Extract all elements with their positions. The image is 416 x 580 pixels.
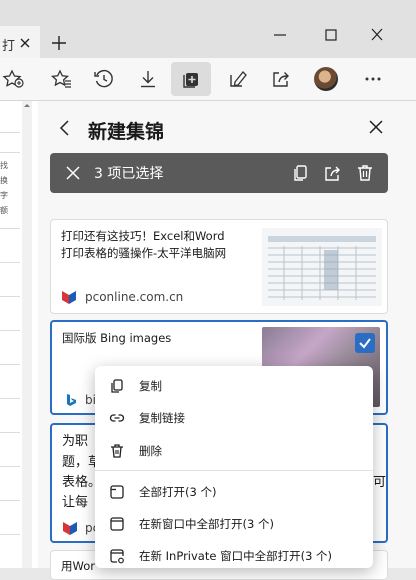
open-all-icon (109, 484, 125, 500)
item-text: 让每 (62, 495, 89, 510)
trash-icon (109, 443, 125, 459)
close-icon[interactable] (367, 26, 387, 44)
menu-item-copy-link[interactable]: 复制链接 (95, 402, 373, 434)
favorites-icon[interactable] (49, 67, 73, 91)
back-icon[interactable] (55, 118, 75, 138)
menu-item-open-all[interactable]: 全部打开(3 个) (95, 476, 373, 508)
item-title: 国际版 Bing images (62, 331, 172, 345)
share-icon[interactable] (323, 163, 343, 183)
clear-selection-icon[interactable] (64, 164, 82, 182)
history-icon[interactable] (92, 67, 116, 91)
page-divider (0, 132, 20, 133)
page-text: 换 (0, 176, 8, 185)
item-domain: pconline.com.cn (85, 290, 184, 304)
tab-title: 打 (2, 39, 16, 54)
selection-count: 3 项已选择 (94, 166, 164, 182)
menu-item-open-inprivate[interactable]: 在新 InPrivate 窗口中全部打开(3 个) (95, 540, 373, 572)
item-title: 打印还有这技巧！Excel和Word (61, 229, 225, 243)
page-text: 找 (0, 161, 8, 170)
page-text: 额 (0, 206, 8, 215)
item-thumbnail (262, 228, 382, 306)
menu-separator (95, 470, 373, 471)
page-divider (0, 152, 20, 153)
menu-item-label: 复制链接 (139, 411, 185, 425)
item-checkbox-checked[interactable] (355, 333, 375, 353)
pconline-favicon (62, 520, 78, 536)
share-icon[interactable] (269, 67, 293, 91)
maximize-icon[interactable] (321, 26, 341, 44)
link-icon (109, 410, 125, 426)
page-divider (0, 432, 20, 433)
item-title: 用Wor (61, 559, 95, 573)
minimize-icon[interactable] (270, 26, 290, 44)
menu-item-label: 复制 (139, 379, 162, 393)
menu-item-open-new-window[interactable]: 在新窗口中全部打开(3 个) (95, 508, 373, 540)
web-page-content (0, 101, 39, 568)
new-tab-icon[interactable] (50, 34, 68, 52)
menu-item-delete[interactable]: 删除 (95, 435, 373, 467)
web-capture-icon[interactable] (226, 67, 250, 91)
item-text: 为职 (62, 434, 89, 449)
page-divider (0, 500, 20, 501)
page-divider (0, 534, 20, 535)
menu-item-copy[interactable]: 复制 (95, 370, 373, 402)
copy-icon[interactable] (291, 163, 311, 183)
page-divider (0, 330, 20, 331)
favorites-add-icon[interactable] (2, 67, 26, 91)
menu-item-label: 删除 (139, 444, 162, 458)
page-text: 字 (0, 191, 8, 200)
page-divider (0, 364, 20, 365)
downloads-icon[interactable] (136, 67, 160, 91)
more-icon[interactable] (361, 67, 385, 91)
inprivate-window-icon (109, 548, 125, 564)
page-divider (0, 296, 20, 297)
page-divider (0, 466, 20, 467)
menu-item-label: 全部打开(3 个) (139, 485, 217, 499)
copy-icon (109, 378, 125, 394)
menu-item-label: 在新窗口中全部打开(3 个) (139, 517, 274, 531)
new-window-icon (109, 516, 125, 532)
bing-favicon (64, 393, 78, 407)
page-divider (0, 228, 20, 229)
panel-title: 新建集锦 (88, 121, 165, 143)
panel-close-icon[interactable] (366, 117, 386, 137)
collections-button[interactable] (171, 62, 211, 96)
page-divider (0, 398, 20, 399)
profile-avatar[interactable] (314, 67, 338, 91)
item-title: 打印表格的骚操作-太平洋电脑网 (61, 246, 227, 260)
tab-close-icon[interactable] (18, 36, 32, 50)
page-scrollbar[interactable] (22, 101, 32, 568)
page-divider (0, 262, 20, 263)
item-text: 可 (373, 475, 387, 490)
menu-item-label: 在新 InPrivate 窗口中全部打开(3 个) (139, 549, 333, 563)
collections-icon (179, 67, 203, 91)
trash-icon[interactable] (355, 163, 375, 183)
pconline-favicon (61, 289, 77, 305)
